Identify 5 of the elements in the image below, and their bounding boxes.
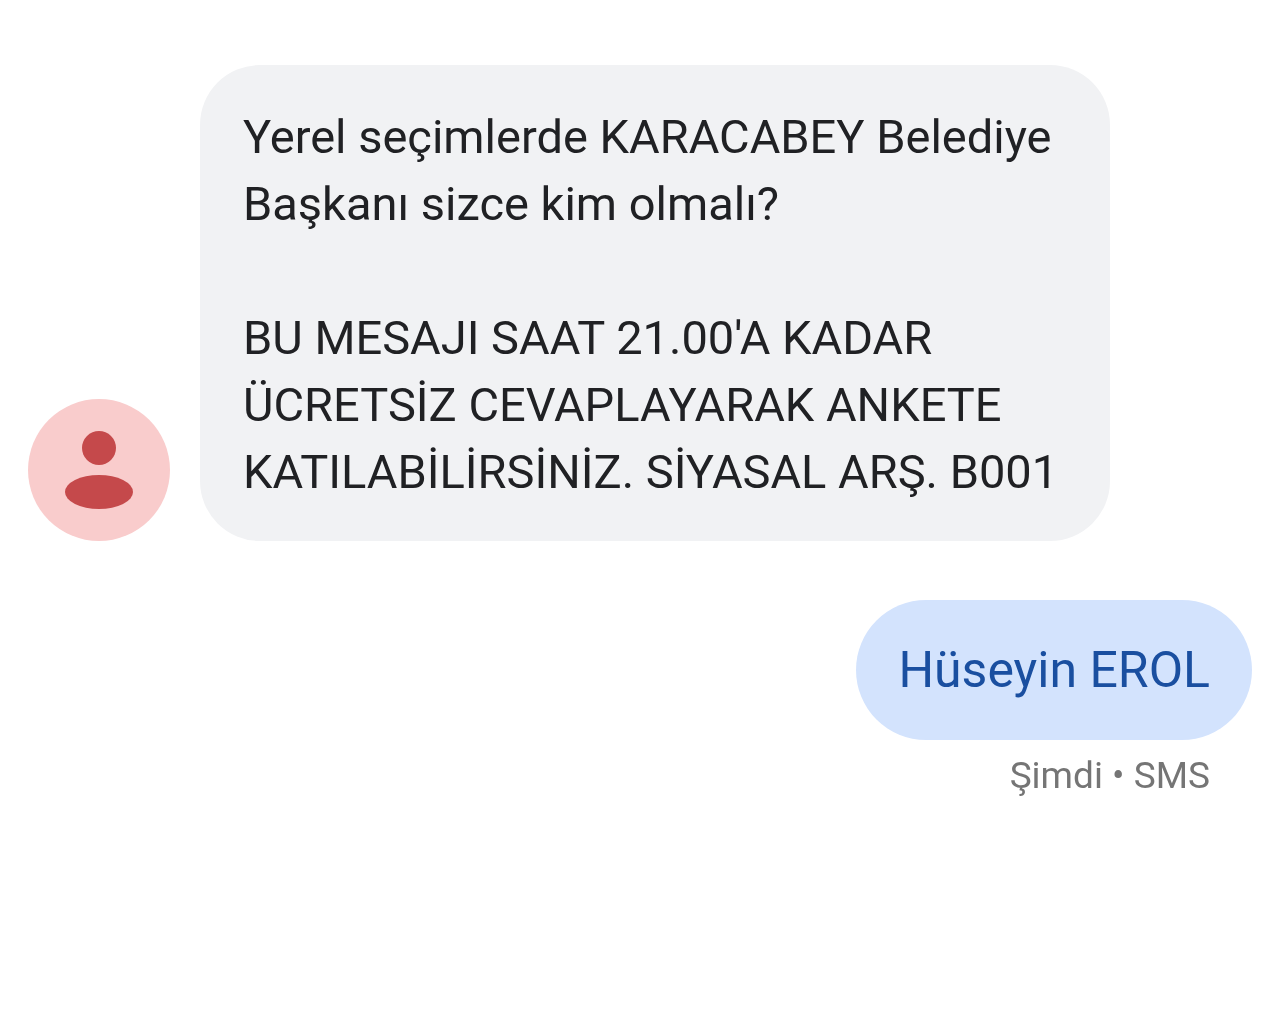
- message-text: Hüseyin EROL: [898, 639, 1210, 701]
- message-status: Şimdi • SMS: [1009, 753, 1210, 799]
- message-text: Yerel seçimlerde KARACABEY Belediye Başkanı sizce kim olmalı?: [243, 108, 1053, 233]
- message-text: BU MESAJI SAAT 21.00'A KADAR ÜCRETSİZ CEVAPLAYARAK ANKETE KATILABİLİRSİNİZ. SİYASAL ARŞ. B001: [243, 309, 1060, 501]
- person-icon: [64, 430, 134, 510]
